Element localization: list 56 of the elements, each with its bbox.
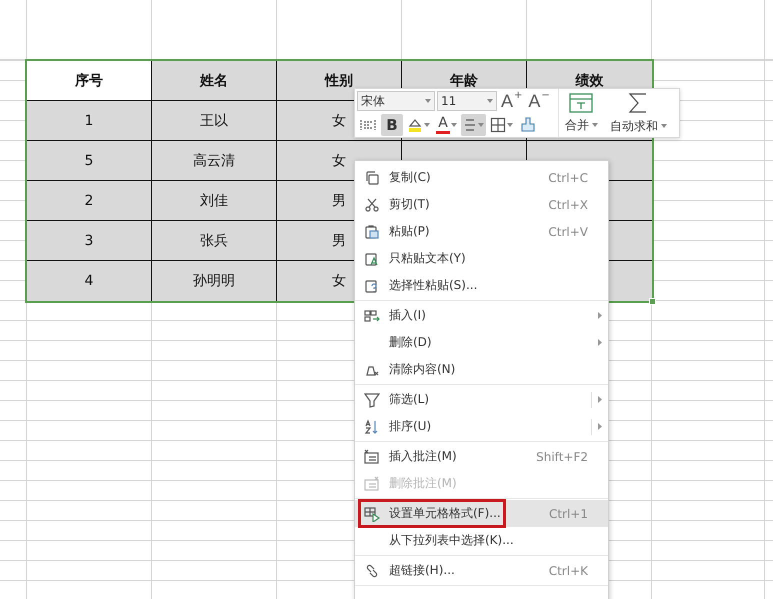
- menu-item[interactable]: 筛选(L): [355, 386, 608, 413]
- table-cell: 张兵: [152, 221, 277, 261]
- caret-icon: [592, 123, 598, 127]
- submenu-arrow-icon: [598, 396, 602, 403]
- sigma-icon: [628, 92, 648, 114]
- paint-brush-icon: [520, 117, 536, 133]
- font-select[interactable]: 宋体: [357, 91, 435, 111]
- table-cell: 高云清: [152, 141, 277, 181]
- caret-icon: [424, 123, 430, 127]
- fill-bucket-icon: [407, 117, 423, 133]
- wrap-text-icon: [360, 117, 376, 133]
- table-cell: 3: [27, 221, 152, 261]
- menu-item[interactable]: 删除(D): [355, 329, 608, 356]
- submenu-arrow-icon: [598, 312, 602, 319]
- table-cell: 王以: [152, 101, 277, 141]
- font-color-button[interactable]: A: [434, 114, 459, 136]
- sort-icon: [364, 418, 380, 434]
- color-bar: [436, 131, 450, 134]
- caret-icon: [507, 123, 513, 127]
- menu-item[interactable]: 插入(I): [355, 302, 608, 329]
- delete-comment-icon: [364, 476, 380, 492]
- caret-icon: [478, 123, 484, 127]
- menu-item[interactable]: 插入批注(M) Shift+F2: [355, 443, 608, 470]
- menu-item[interactable]: 清除内容(N): [355, 356, 608, 383]
- format-cells-icon: [364, 506, 380, 522]
- align-center-button[interactable]: [461, 114, 486, 136]
- scissors-icon: [364, 196, 380, 212]
- caret-icon: [425, 99, 431, 103]
- menu-item[interactable]: 从下拉列表中选择(K)...: [355, 527, 608, 554]
- copy-icon: [364, 170, 380, 186]
- table-cell: 1: [27, 101, 152, 141]
- caret-icon: [660, 124, 667, 128]
- link-icon: [364, 562, 380, 578]
- caret-icon: [451, 123, 457, 127]
- clipboard-icon: [364, 224, 380, 240]
- submenu-arrow-icon: [598, 423, 602, 430]
- filter-icon: [364, 392, 380, 408]
- bold-button[interactable]: B: [381, 114, 403, 136]
- caret-icon: [487, 99, 493, 103]
- submenu-arrow-icon: [598, 339, 602, 346]
- merge-cells-icon: [569, 92, 594, 112]
- font-size-select[interactable]: 11: [437, 91, 497, 111]
- align-center-icon: [463, 118, 477, 132]
- header-cell[interactable]: 姓名: [152, 61, 277, 101]
- borders-icon: [490, 117, 506, 133]
- table-cell: 刘佳: [152, 181, 277, 221]
- comment-icon: [364, 448, 380, 464]
- header-cell[interactable]: 序号: [27, 61, 152, 101]
- fill-handle[interactable]: [649, 298, 656, 305]
- table-cell: 5: [27, 141, 152, 181]
- table-cell: 2: [27, 181, 152, 221]
- paste-text-icon: [364, 250, 380, 266]
- insert-cells-icon: [364, 308, 380, 324]
- menu-item[interactable]: 排序(U): [355, 413, 608, 440]
- menu-item[interactable]: 超链接(H)... Ctrl+K: [355, 557, 608, 584]
- menu-item[interactable]: 设置单元格格式(F)... Ctrl+1: [355, 500, 608, 527]
